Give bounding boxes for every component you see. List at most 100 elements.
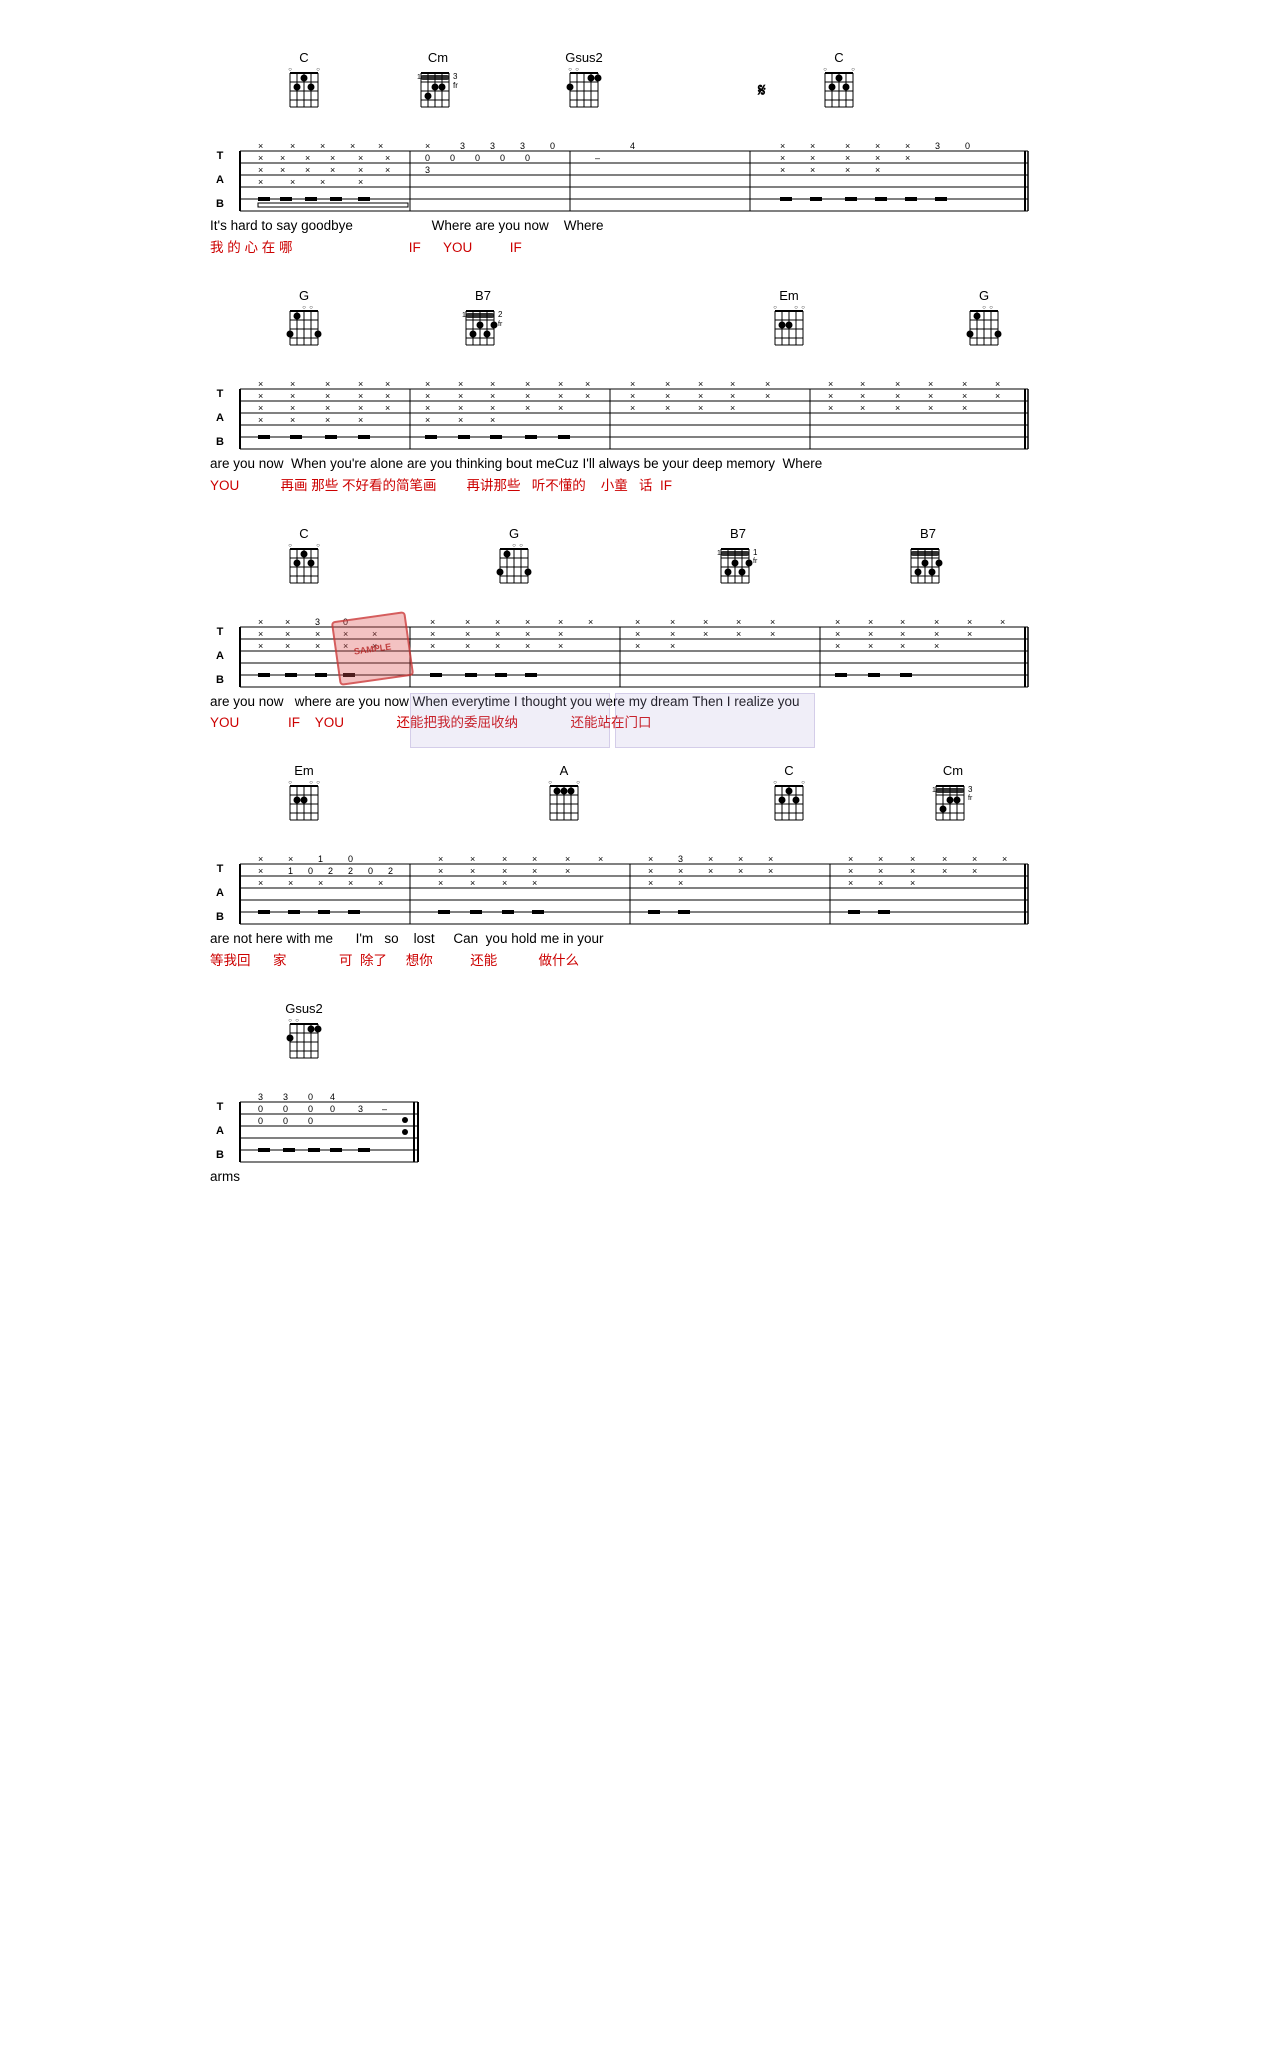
svg-text:×: × xyxy=(967,617,972,627)
svg-text:×: × xyxy=(768,854,773,864)
chord-gsus2-2: Gsus2 ○ ○ xyxy=(285,1001,323,1066)
chord-c-2: C ○ ○ xyxy=(820,50,858,115)
svg-text:×: × xyxy=(558,629,563,639)
svg-text:T: T xyxy=(217,388,224,400)
svg-text:A: A xyxy=(216,887,224,899)
svg-text:0: 0 xyxy=(450,153,455,163)
svg-text:×: × xyxy=(765,391,770,401)
svg-text:×: × xyxy=(320,141,325,151)
svg-text:×: × xyxy=(878,878,883,888)
svg-text:fr: fr xyxy=(453,81,458,90)
svg-text:0: 0 xyxy=(258,1116,263,1126)
svg-text:×: × xyxy=(558,379,563,389)
tab-staff-2: T A B × × × × × × × × × × × × × × × × × … xyxy=(210,379,1030,451)
svg-text:○: ○ xyxy=(288,1018,292,1024)
lyrics-5: arms xyxy=(210,1168,1070,1187)
svg-text:3: 3 xyxy=(490,141,495,151)
svg-text:×: × xyxy=(698,391,703,401)
svg-text:×: × xyxy=(910,854,915,864)
lyrics-4: are not here with me I'm so lost Can you… xyxy=(210,930,1070,971)
svg-text:×: × xyxy=(438,854,443,864)
svg-text:×: × xyxy=(490,391,495,401)
svg-text:×: × xyxy=(258,165,263,175)
svg-text:×: × xyxy=(648,878,653,888)
svg-text:×: × xyxy=(565,866,570,876)
svg-text:×: × xyxy=(770,629,775,639)
svg-text:×: × xyxy=(736,629,741,639)
svg-text:×: × xyxy=(934,617,939,627)
svg-text:×: × xyxy=(635,641,640,651)
svg-text:×: × xyxy=(288,878,293,888)
svg-text:T: T xyxy=(217,150,224,162)
svg-text:×: × xyxy=(703,617,708,627)
svg-text:×: × xyxy=(828,391,833,401)
svg-text:×: × xyxy=(495,617,500,627)
svg-text:×: × xyxy=(738,866,743,876)
section-2: G ○ ○ xyxy=(210,288,1070,496)
svg-text:×: × xyxy=(502,866,507,876)
chord-diagram: 3 fr 1 xyxy=(415,65,461,115)
stamp-watermark: SAMPLE xyxy=(331,611,414,686)
svg-text:×: × xyxy=(895,391,900,401)
svg-text:×: × xyxy=(470,854,475,864)
svg-text:×: × xyxy=(678,866,683,876)
svg-text:×: × xyxy=(845,165,850,175)
svg-text:○: ○ xyxy=(982,305,986,311)
svg-text:×: × xyxy=(810,153,815,163)
svg-text:1: 1 xyxy=(318,854,323,864)
svg-text:0: 0 xyxy=(475,153,480,163)
svg-text:×: × xyxy=(290,403,295,413)
svg-text:×: × xyxy=(780,141,785,151)
svg-text:×: × xyxy=(325,403,330,413)
svg-text:×: × xyxy=(860,391,865,401)
main-content: C ○ ○ xyxy=(210,0,1070,1237)
svg-text:×: × xyxy=(425,415,430,425)
svg-text:×: × xyxy=(835,629,840,639)
svg-text:fr: fr xyxy=(753,558,758,565)
svg-text:×: × xyxy=(905,141,910,151)
svg-text:×: × xyxy=(934,641,939,651)
chord-b7-2: B7 1 fr 1 xyxy=(715,526,761,591)
svg-text:×: × xyxy=(358,153,363,163)
svg-text:×: × xyxy=(730,391,735,401)
svg-text:0: 0 xyxy=(330,1104,335,1114)
svg-text:×: × xyxy=(358,403,363,413)
chord-g-3: G ○ ○ xyxy=(495,526,533,591)
svg-text:×: × xyxy=(878,866,883,876)
svg-text:×: × xyxy=(350,141,355,151)
svg-text:0: 0 xyxy=(283,1104,288,1114)
svg-text:×: × xyxy=(962,379,967,389)
svg-text:0: 0 xyxy=(550,141,555,151)
chord-gsus2-1: Gsus2 ○ ○ xyxy=(565,50,603,115)
svg-text:×: × xyxy=(900,629,905,639)
chord-cm-1: Cm 3 fr 1 xyxy=(415,50,461,115)
svg-text:1: 1 xyxy=(288,866,293,876)
svg-text:B: B xyxy=(216,911,224,923)
svg-text:T: T xyxy=(217,1101,224,1113)
svg-text:T: T xyxy=(217,863,224,875)
svg-text:×: × xyxy=(330,153,335,163)
svg-text:×: × xyxy=(490,379,495,389)
svg-text:○: ○ xyxy=(851,67,855,73)
svg-text:○: ○ xyxy=(801,305,805,311)
svg-text:○: ○ xyxy=(989,305,993,311)
svg-text:×: × xyxy=(425,403,430,413)
svg-text:×: × xyxy=(490,403,495,413)
svg-text:×: × xyxy=(895,379,900,389)
svg-text:×: × xyxy=(738,854,743,864)
svg-text:×: × xyxy=(495,629,500,639)
svg-text:×: × xyxy=(532,866,537,876)
svg-text:×: × xyxy=(258,177,263,187)
svg-text:fr: fr xyxy=(968,795,973,802)
svg-text:×: × xyxy=(698,379,703,389)
svg-text:1: 1 xyxy=(717,550,721,557)
svg-text:×: × xyxy=(358,177,363,187)
svg-text:×: × xyxy=(465,641,470,651)
svg-text:×: × xyxy=(828,403,833,413)
chord-diagram: ○ ○ xyxy=(285,65,323,115)
svg-text:×: × xyxy=(290,177,295,187)
chord-name: C xyxy=(299,50,308,65)
tab-staff-4: T A B × × 1 0 × 1 0 2 2 0 2 × × × × × × … xyxy=(210,854,1030,926)
svg-text:×: × xyxy=(290,141,295,151)
svg-text:×: × xyxy=(385,379,390,389)
